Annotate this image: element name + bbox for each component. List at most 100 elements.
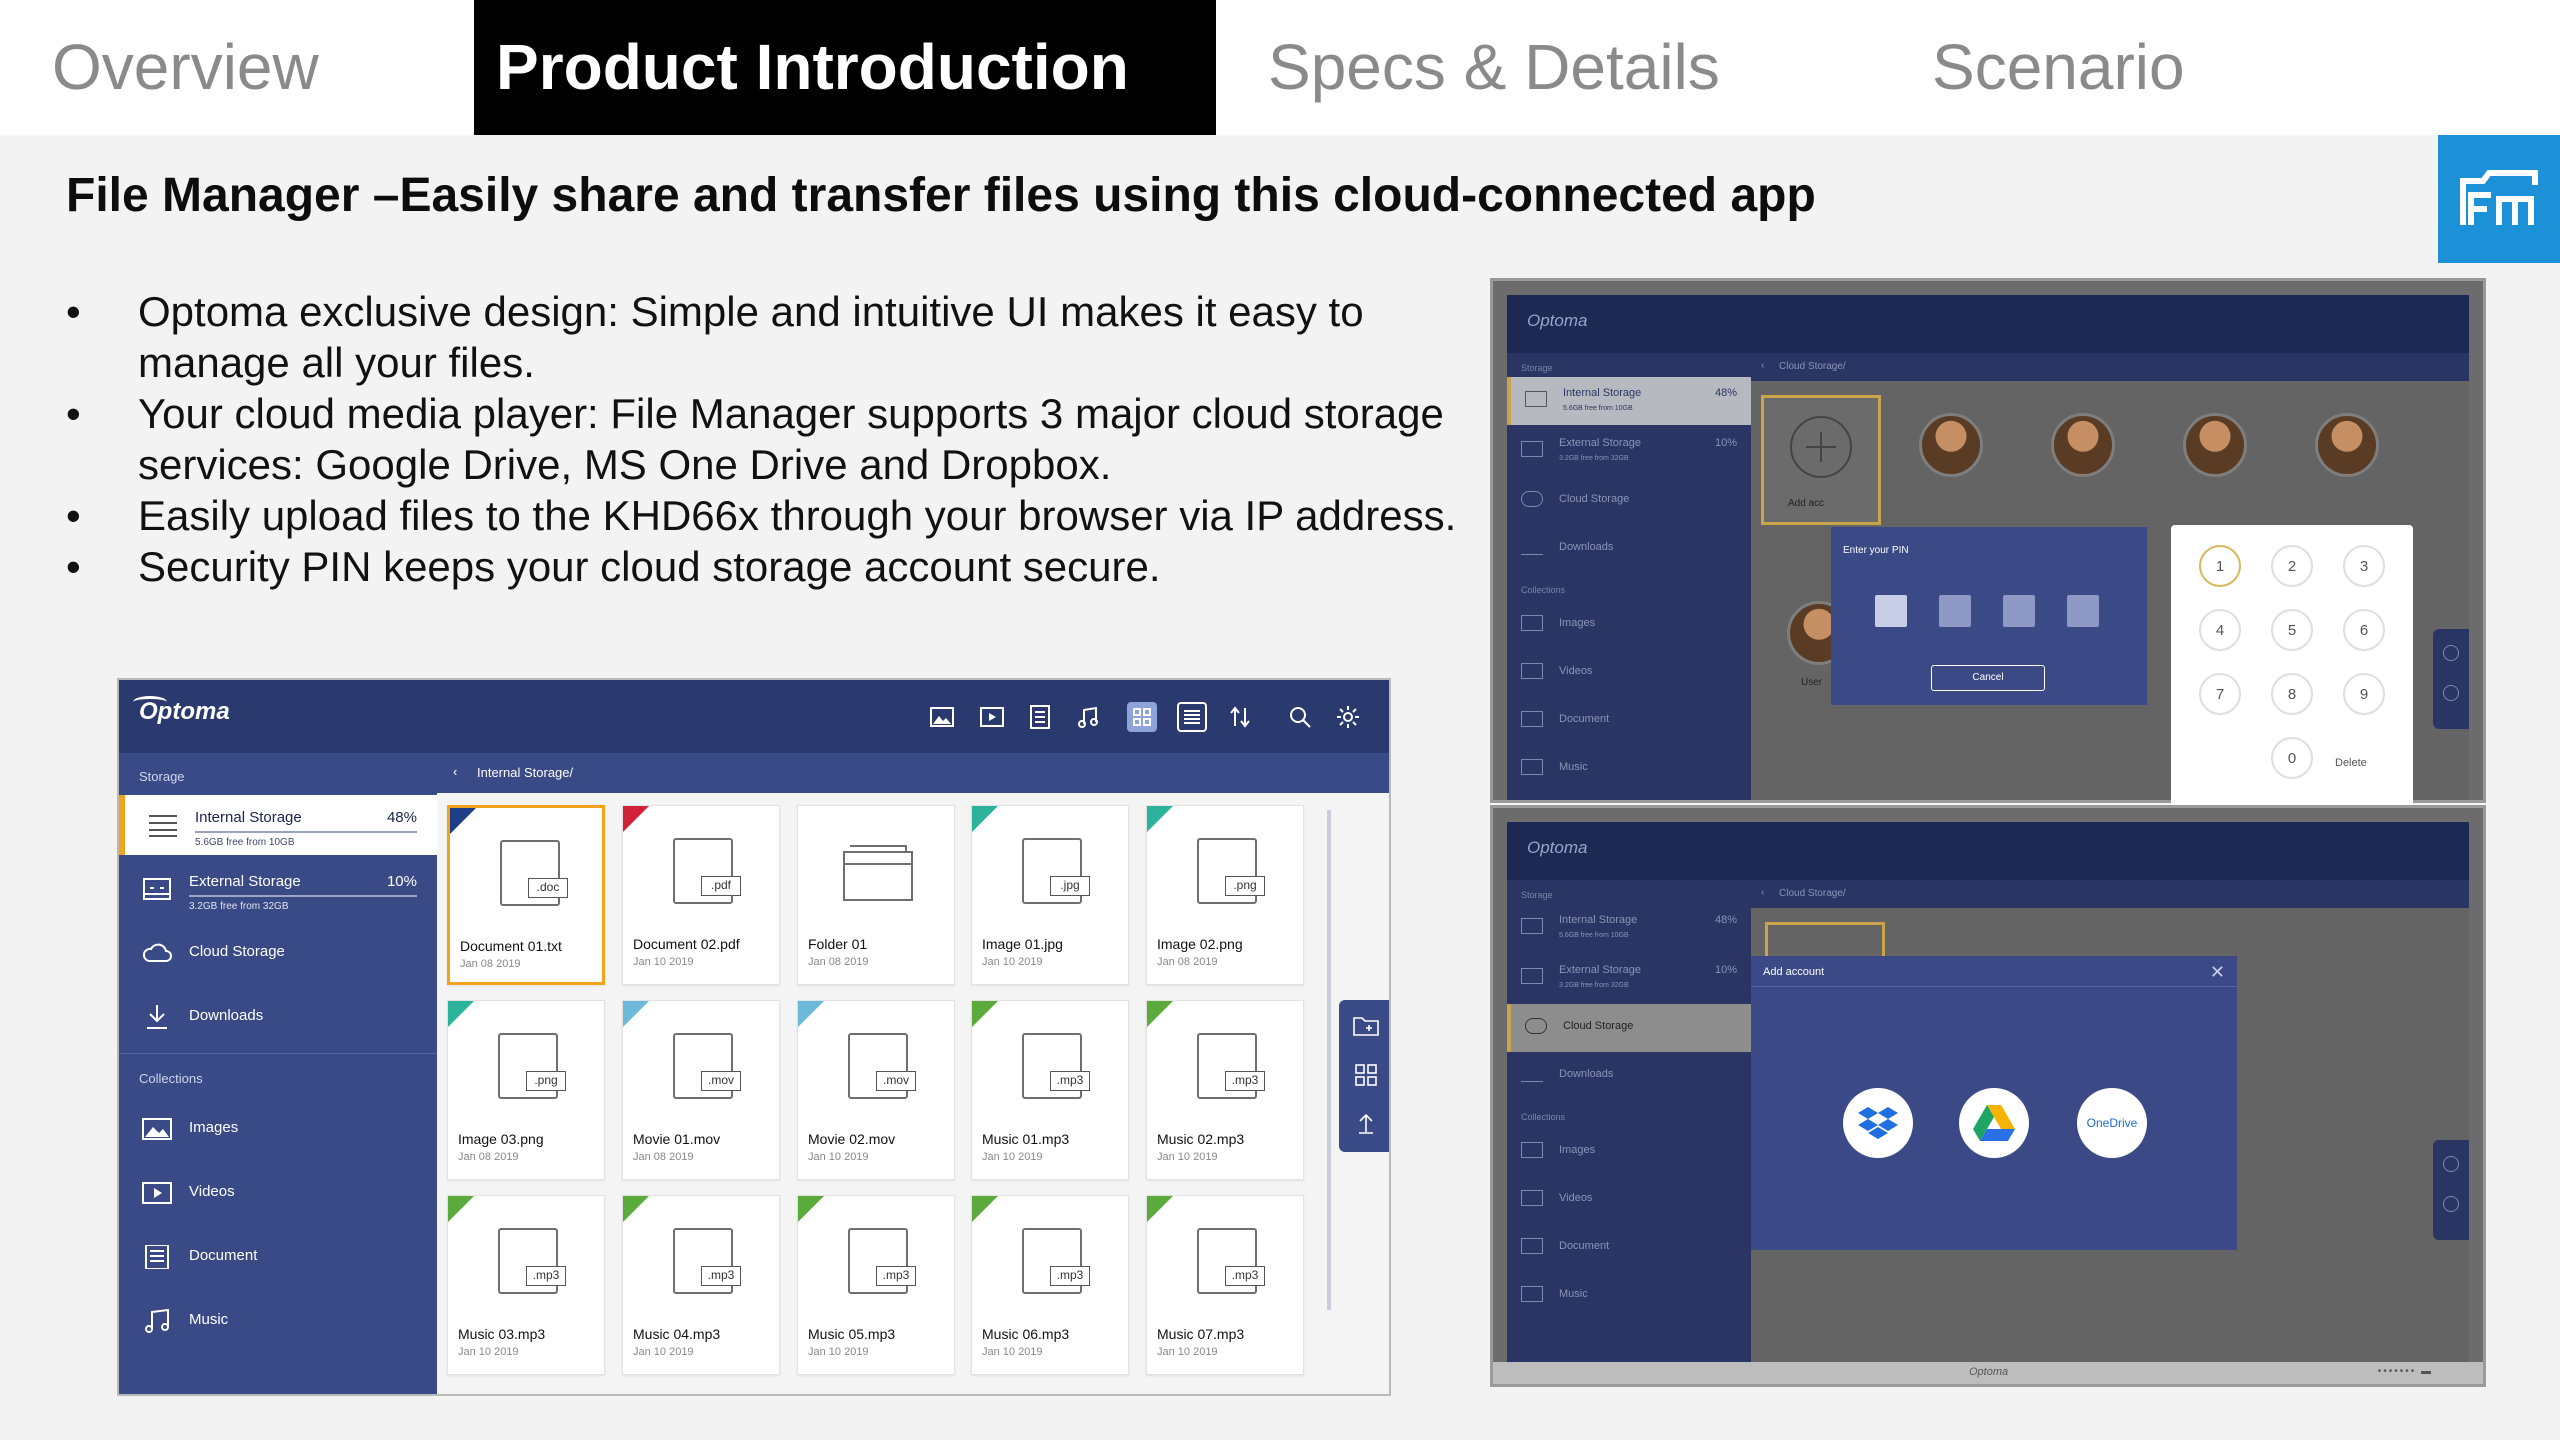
- file-date: Jan 08 2019: [1157, 956, 1218, 968]
- sidebar-item-cloud-storage[interactable]: Cloud Storage: [1507, 1004, 1751, 1052]
- keypad-key[interactable]: 3: [2343, 545, 2385, 587]
- onedrive-button[interactable]: OneDrive: [2077, 1088, 2147, 1158]
- file-tile[interactable]: .mp3 Music 04.mp3 Jan 10 2019: [622, 1195, 780, 1375]
- delete-button[interactable]: Delete: [2335, 757, 2367, 769]
- avatar[interactable]: [2315, 413, 2379, 477]
- upload-icon[interactable]: [1357, 1112, 1375, 1139]
- file-tile[interactable]: .pdf Document 02.pdf Jan 10 2019: [622, 805, 780, 985]
- bezel-buttons[interactable]: ••••••• ▬: [2378, 1366, 2433, 1377]
- sort-icon[interactable]: [1225, 702, 1255, 732]
- sidebar: Storage Internal Storage 48% 5.6GB free fr…: [1507, 880, 1751, 1362]
- sidebar-item-internal-storage[interactable]: Internal Storage 48% 5.6GB free from 10GB: [1507, 377, 1751, 425]
- sidebar-item-images[interactable]: Images: [1507, 1128, 1751, 1176]
- sidebar-item-downloads[interactable]: Downloads: [1507, 1052, 1751, 1100]
- back-chevron-icon[interactable]: ‹: [1761, 887, 1764, 898]
- search-icon[interactable]: [1285, 702, 1315, 732]
- multi-select-icon[interactable]: [1355, 1064, 1377, 1091]
- dropbox-icon[interactable]: [1843, 1088, 1913, 1158]
- avatar[interactable]: [2051, 413, 2115, 477]
- feature-item: Easily upload files to the KHD66x throug…: [60, 490, 1500, 541]
- sidebar-item-downloads[interactable]: Downloads: [119, 987, 437, 1047]
- file-tile[interactable]: .png Image 03.png Jan 08 2019: [447, 1000, 605, 1180]
- sidebar-item-external-storage[interactable]: External Storage 10% 3.2GB free from 32G…: [119, 859, 437, 919]
- sidebar-item-document[interactable]: Document: [1507, 1224, 1751, 1272]
- keypad-key[interactable]: 4: [2199, 609, 2241, 651]
- file-grid: .doc Document 01.txt Jan 08 2019 .pdf Docume…: [437, 793, 1389, 1394]
- sidebar-item-internal-storage[interactable]: Internal Storage 48% 5.6GB free from 10GB: [1507, 904, 1751, 952]
- scrollbar[interactable]: [1327, 810, 1331, 1310]
- back-chevron-icon[interactable]: ‹: [453, 764, 457, 779]
- document-filter-icon[interactable]: [1025, 702, 1055, 732]
- sidebar-item-external-storage[interactable]: External Storage 10% 3.2GB free from 32GB: [1507, 954, 1751, 1002]
- google-drive-icon[interactable]: [1959, 1088, 2029, 1158]
- user-icon[interactable]: [2443, 645, 2459, 661]
- tab-scenario[interactable]: Scenario: [1880, 0, 2480, 135]
- file-extension: .mp3: [526, 1266, 566, 1286]
- keypad-key[interactable]: 7: [2199, 673, 2241, 715]
- sidebar-item-label: Document: [1559, 1240, 1610, 1252]
- grid-view-icon[interactable]: [1127, 702, 1157, 732]
- collections-heading: Collections: [1521, 1112, 1566, 1122]
- sidebar-item-images[interactable]: Images: [1507, 601, 1751, 649]
- close-icon[interactable]: ✕: [2210, 962, 2225, 983]
- file-tile[interactable]: .jpg Image 01.jpg Jan 10 2019: [971, 805, 1129, 985]
- list-view-icon[interactable]: [1177, 702, 1207, 732]
- sidebar-item-downloads[interactable]: Downloads: [1507, 525, 1751, 573]
- sidebar-item-document[interactable]: Document: [119, 1227, 437, 1287]
- file-type-corner: [1147, 806, 1173, 832]
- keypad-key[interactable]: 5: [2271, 609, 2313, 651]
- file-tile[interactable]: .mp3 Music 07.mp3 Jan 10 2019: [1146, 1195, 1304, 1375]
- avatar[interactable]: [2183, 413, 2247, 477]
- file-type-corner: [798, 1196, 824, 1222]
- keypad-key[interactable]: 0: [2271, 737, 2313, 779]
- new-folder-icon[interactable]: [1353, 1014, 1379, 1041]
- divider: [1751, 986, 2237, 987]
- user-icon[interactable]: [2443, 1196, 2459, 1212]
- add-account-tile[interactable]: Add acc: [1761, 395, 1881, 525]
- optoma-logo: Optoma: [1527, 838, 1588, 857]
- file-tile[interactable]: .mp3 Music 02.mp3 Jan 10 2019: [1146, 1000, 1304, 1180]
- sidebar-item-music[interactable]: Music: [119, 1291, 437, 1351]
- sidebar-item-cloud-storage[interactable]: Cloud Storage: [1507, 477, 1751, 525]
- back-chevron-icon[interactable]: ‹: [1761, 360, 1764, 371]
- user-icon[interactable]: [2443, 685, 2459, 701]
- app-toolbar: Optoma: [1507, 295, 2469, 353]
- sidebar-item-label: External Storage: [1559, 964, 1641, 976]
- sidebar-item-external-storage[interactable]: External Storage 10% 3.2GB free from 32GB: [1507, 427, 1751, 475]
- image-filter-icon[interactable]: [927, 702, 957, 732]
- keypad-key[interactable]: 8: [2271, 673, 2313, 715]
- file-tile[interactable]: .mp3 Music 05.mp3 Jan 10 2019: [797, 1195, 955, 1375]
- user-icon[interactable]: [2443, 1156, 2459, 1172]
- sidebar-item-images[interactable]: Images: [119, 1099, 437, 1159]
- avatar[interactable]: [1919, 413, 1983, 477]
- sidebar-item-videos[interactable]: Videos: [119, 1163, 437, 1223]
- tab-specs-details[interactable]: Specs & Details: [1216, 0, 1828, 135]
- keypad-key[interactable]: 6: [2343, 609, 2385, 651]
- file-tile[interactable]: .doc Document 01.txt Jan 08 2019: [447, 805, 605, 985]
- video-filter-icon[interactable]: [977, 702, 1007, 732]
- gear-icon[interactable]: [1333, 702, 1363, 732]
- sidebar-item-music[interactable]: Music: [1507, 745, 1751, 793]
- keypad-key[interactable]: 2: [2271, 545, 2313, 587]
- file-tile[interactable]: .png Image 02.png Jan 08 2019: [1146, 805, 1304, 985]
- sidebar-item-document[interactable]: Document: [1507, 697, 1751, 745]
- tab-product-introduction[interactable]: Product Introduction: [474, 0, 1216, 135]
- file-type-corner: [623, 1001, 649, 1027]
- keypad-key[interactable]: 9: [2343, 673, 2385, 715]
- sidebar-item-music[interactable]: Music: [1507, 1272, 1751, 1320]
- tab-overview[interactable]: Overview: [0, 0, 474, 135]
- sidebar-item-internal-storage[interactable]: Internal Storage 48% 5.6GB free from 10G…: [119, 795, 437, 855]
- file-tile[interactable]: Folder 01 Jan 08 2019: [797, 805, 955, 985]
- file-tile[interactable]: .mov Movie 02.mov Jan 10 2019: [797, 1000, 955, 1180]
- file-tile[interactable]: .mp3 Music 06.mp3 Jan 10 2019: [971, 1195, 1129, 1375]
- sidebar-item-videos[interactable]: Videos: [1507, 649, 1751, 697]
- sidebar-item-cloud-storage[interactable]: Cloud Storage: [119, 923, 437, 983]
- cancel-button[interactable]: Cancel: [1931, 665, 2045, 691]
- file-tile[interactable]: .mov Movie 01.mov Jan 08 2019: [622, 1000, 780, 1180]
- file-extension: .jpg: [1050, 876, 1090, 896]
- file-tile[interactable]: .mp3 Music 03.mp3 Jan 10 2019: [447, 1195, 605, 1375]
- sidebar-item-videos[interactable]: Videos: [1507, 1176, 1751, 1224]
- keypad-key[interactable]: 1: [2199, 545, 2241, 587]
- music-filter-icon[interactable]: [1073, 702, 1103, 732]
- file-tile[interactable]: .mp3 Music 01.mp3 Jan 10 2019: [971, 1000, 1129, 1180]
